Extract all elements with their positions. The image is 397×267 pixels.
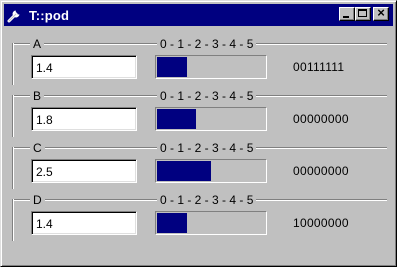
close-button[interactable]: ×	[373, 5, 389, 21]
minimize-icon	[343, 16, 349, 18]
channel-value-input[interactable]	[31, 211, 137, 235]
bit-pattern: 10000000	[293, 216, 349, 230]
channel-label: A	[30, 37, 45, 51]
channel-label: D	[30, 193, 45, 207]
bit-pattern: 00000000	[293, 112, 349, 126]
channel-value-input[interactable]	[31, 107, 137, 131]
close-icon: ×	[377, 5, 385, 20]
scale-label: 0 - 1 - 2 - 3 - 4 - 5	[157, 37, 257, 51]
level-meter-fill	[157, 57, 188, 77]
level-meter	[155, 159, 267, 183]
minimize-button[interactable]	[339, 7, 355, 21]
group-frame-left	[12, 95, 14, 137]
level-meter	[155, 55, 267, 79]
scale-label: 0 - 1 - 2 - 3 - 4 - 5	[157, 89, 257, 103]
window-title: T::pod	[29, 7, 70, 23]
level-meter-fill	[157, 213, 188, 233]
channel-label: C	[30, 141, 45, 155]
group-frame-left	[12, 43, 14, 85]
scale-label: 0 - 1 - 2 - 3 - 4 - 5	[157, 193, 257, 207]
maximize-button[interactable]	[355, 7, 371, 21]
channel-group-d: D 0 - 1 - 2 - 3 - 4 - 5 10000000	[12, 193, 387, 241]
level-meter-fill	[157, 161, 211, 181]
level-meter-fill	[157, 109, 196, 129]
maximize-icon	[358, 9, 367, 17]
main-window: T::pod × A 0 - 1 - 2 - 3 - 4 - 5 0011111…	[0, 0, 397, 267]
channel-label: B	[30, 89, 45, 103]
channel-value-input[interactable]	[31, 55, 137, 79]
level-meter	[155, 107, 267, 131]
group-frame-left	[12, 199, 14, 241]
channel-value-input[interactable]	[31, 159, 137, 183]
bit-pattern: 00111111	[293, 60, 345, 74]
wrench-icon[interactable]	[7, 7, 23, 23]
title-bar[interactable]: T::pod ×	[4, 4, 393, 26]
window-controls: ×	[339, 5, 389, 21]
level-meter	[155, 211, 267, 235]
scale-label: 0 - 1 - 2 - 3 - 4 - 5	[157, 141, 257, 155]
channel-group-b: B 0 - 1 - 2 - 3 - 4 - 5 00000000	[12, 89, 387, 137]
channel-group-a: A 0 - 1 - 2 - 3 - 4 - 5 00111111	[12, 37, 387, 85]
group-frame-left	[12, 147, 14, 189]
channel-group-c: C 0 - 1 - 2 - 3 - 4 - 5 00000000	[12, 141, 387, 189]
bit-pattern: 00000000	[293, 164, 349, 178]
